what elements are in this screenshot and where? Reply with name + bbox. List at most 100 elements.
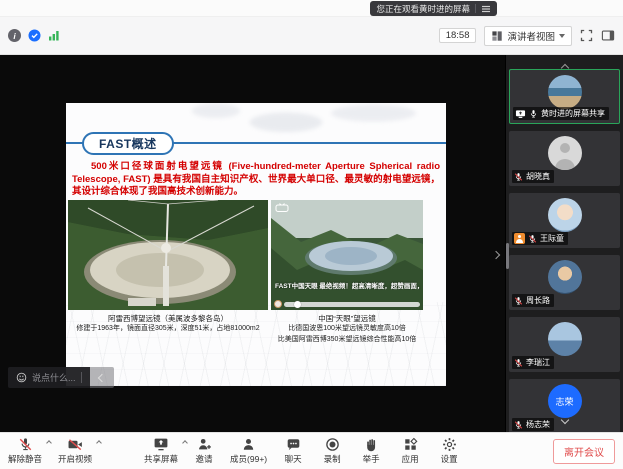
participant-label: 周长路 [512,294,554,307]
top-toolbar: i 18:58 演讲者视图 [0,17,623,55]
mic-muted-icon [514,420,523,430]
members-button[interactable]: 成员(99+) [230,437,267,465]
start-video-button[interactable]: 开启视频 [58,437,92,465]
settings-label: 设置 [441,453,458,465]
participant-tiles: 黄时进的屏幕共享 胡晓真 [509,69,620,432]
chevron-left-icon [97,373,105,381]
view-mode-button[interactable]: 演讲者视图 [484,26,572,46]
camera-off-icon [67,437,83,452]
avatar [548,75,582,109]
mic-muted-icon [528,234,537,244]
invite-icon [197,437,212,452]
emoji-icon[interactable] [16,372,27,383]
participant-name: 周长路 [526,295,550,306]
record-icon [325,437,340,452]
chevron-right-icon [492,251,500,259]
chevron-down-icon [560,416,568,424]
participant-tile[interactable]: 周长路 [509,255,620,310]
screen-share-icon [515,109,526,119]
quick-chat-bar: 说点什么... [8,367,114,388]
bottom-toolbar: 解除静音 开启视频 共享屏幕 [0,432,623,469]
video-progress-bar[interactable] [284,302,420,307]
layout-view-icon [491,30,503,42]
video-progress-row [274,300,420,308]
participant-tile[interactable]: 胡晓真 [509,131,620,186]
worldmap-watermark [186,103,436,143]
members-label: 成员(99+) [230,453,267,465]
fast-caption-line1: 中国“天眼”望远镜 [271,313,423,324]
mic-muted-icon [514,296,523,306]
members-icon [241,437,256,452]
unmute-label: 解除静音 [8,453,42,465]
record-button[interactable]: 录制 [319,437,345,465]
video-progress-handle[interactable] [294,301,301,308]
apps-button[interactable]: 应用 [397,437,423,465]
avatar [548,198,582,232]
meeting-time: 18:58 [439,28,477,43]
meeting-window: 您正在观看黄时进的屏幕 i 18:58 [0,0,623,469]
invite-label: 邀请 [196,453,213,465]
video-channel-icon [274,300,282,308]
fast-caption-line3: 比美国阿雷西博350米望远镜综合性能高10倍 [271,335,423,346]
mute-options-chevron[interactable] [46,440,52,446]
raise-hand-icon [364,437,379,452]
mic-muted-icon [514,172,523,182]
host-badge-icon [514,233,525,244]
mic-muted-icon [18,437,33,452]
security-shield-icon[interactable] [28,29,41,42]
participant-tile-screen-share[interactable]: 黄时进的屏幕共享 [509,69,620,124]
settings-button[interactable]: 设置 [436,437,462,465]
share-screen-button[interactable]: 共享屏幕 [144,437,178,465]
participant-label: 黄时进的屏幕共享 [513,107,609,120]
participant-tile-host[interactable]: 王际童 [509,193,620,248]
unmute-button[interactable]: 解除静音 [8,437,42,465]
chat-button[interactable]: 聊天 [280,437,306,465]
slide-body-text: 500米口径球面射电望远镜 (Five-hundred-meter Apertu… [72,161,440,199]
shared-screen-area: FAST概述 500米口径球面射电望远镜 (Five-hundred-meter… [0,55,505,432]
apps-icon [403,437,418,452]
raise-hand-button[interactable]: 举手 [358,437,384,465]
chat-placeholder: 说点什么... [32,371,76,384]
avatar [548,322,582,356]
fast-caption: 中国“天眼”望远镜 比德国波恩100米望远镜灵敏度高10倍 比美国阿雷西博350… [271,313,423,345]
mic-muted-icon [514,358,523,368]
mic-on-icon [529,109,538,119]
arecibo-caption: 阿雷西博望远镜（美属波多黎各岛） 修建于1963年，镜面直径305米，深度51米… [68,313,268,345]
notification-menu-icon[interactable] [481,4,491,14]
participant-name: 王际童 [540,233,564,244]
network-signal-icon[interactable] [48,30,60,41]
start-video-label: 开启视频 [58,453,92,465]
leave-meeting-button[interactable]: 离开会议 [553,439,615,464]
participant-label: 李瑞江 [512,356,554,369]
slide-title: FAST概述 [82,132,174,155]
watching-notification: 您正在观看黄时进的屏幕 [370,1,497,16]
fast-caption-line2: 比德国波恩100米望远镜灵敏度高10倍 [271,324,423,335]
chat-collapse-button[interactable] [90,367,114,388]
avatar-initials: 志荣 [555,395,573,408]
side-panel-toggle-icon[interactable] [601,29,615,42]
invite-button[interactable]: 邀请 [191,437,217,465]
meeting-info-icon[interactable]: i [8,29,21,42]
participant-name: 黄时进的屏幕共享 [541,108,605,119]
sidebar-expand-handle[interactable] [493,245,499,263]
participant-tile[interactable]: 李瑞江 [509,317,620,372]
participant-label: 杨志荣 [512,418,554,431]
sidebar-more-button[interactable] [562,410,568,428]
chat-label: 聊天 [285,453,302,465]
top-strip [0,0,623,17]
fullscreen-icon[interactable] [580,29,593,42]
video-site-logo [275,203,289,212]
chat-input[interactable]: 说点什么... [8,367,90,388]
video-overlay-title: FAST中国天眼 最绝视频！超高清晰度，超赞画面，超燃介绍 [275,280,421,290]
share-screen-label: 共享屏幕 [144,453,178,465]
share-options-chevron[interactable] [182,440,188,446]
view-mode-caret [559,34,565,38]
participant-name: 胡晓真 [526,171,550,182]
fast-telescope-video[interactable]: FAST中国天眼 最绝视频！超高清晰度，超赞画面，超燃介绍 [271,200,423,310]
video-options-chevron[interactable] [96,440,102,446]
arecibo-caption-line2: 修建于1963年，镜面直径305米，深度51米，占地81000m2 [68,324,268,335]
chat-divider [81,372,82,383]
arecibo-caption-line1: 阿雷西博望远镜（美属波多黎各岛） [68,313,268,324]
participant-name: 杨志荣 [526,419,550,430]
raise-hand-label: 举手 [363,453,380,465]
